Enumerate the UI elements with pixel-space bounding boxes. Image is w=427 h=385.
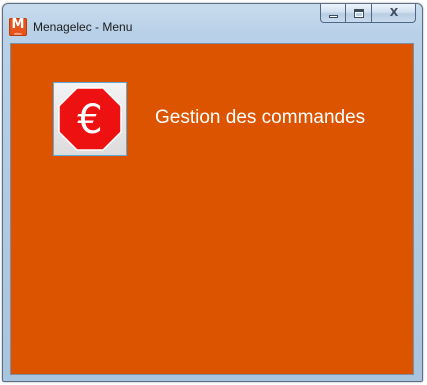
app-logo-subtext: elec [14,31,22,36]
app-logo-letter: M [11,17,25,32]
euro-octagon-icon: € [58,87,122,151]
app-window: M elec Menagelec - Menu X € Gestion des … [2,3,423,382]
maximize-icon [354,9,364,18]
maximize-button[interactable] [346,4,372,23]
close-button[interactable]: X [372,4,416,23]
minimize-icon [329,15,338,18]
menu-panel: € Gestion des commandes [10,43,414,375]
minimize-button[interactable] [320,4,346,23]
close-icon: X [389,6,399,19]
orders-menu-label[interactable]: Gestion des commandes [155,107,365,129]
title-bar[interactable]: M elec Menagelec - Menu X [3,4,422,44]
app-logo-icon[interactable]: M elec [9,18,27,36]
euro-symbol: € [77,97,102,143]
orders-menu-button[interactable]: € [53,82,127,156]
caption-buttons: X [320,4,416,24]
window-title: Menagelec - Menu [33,20,133,34]
